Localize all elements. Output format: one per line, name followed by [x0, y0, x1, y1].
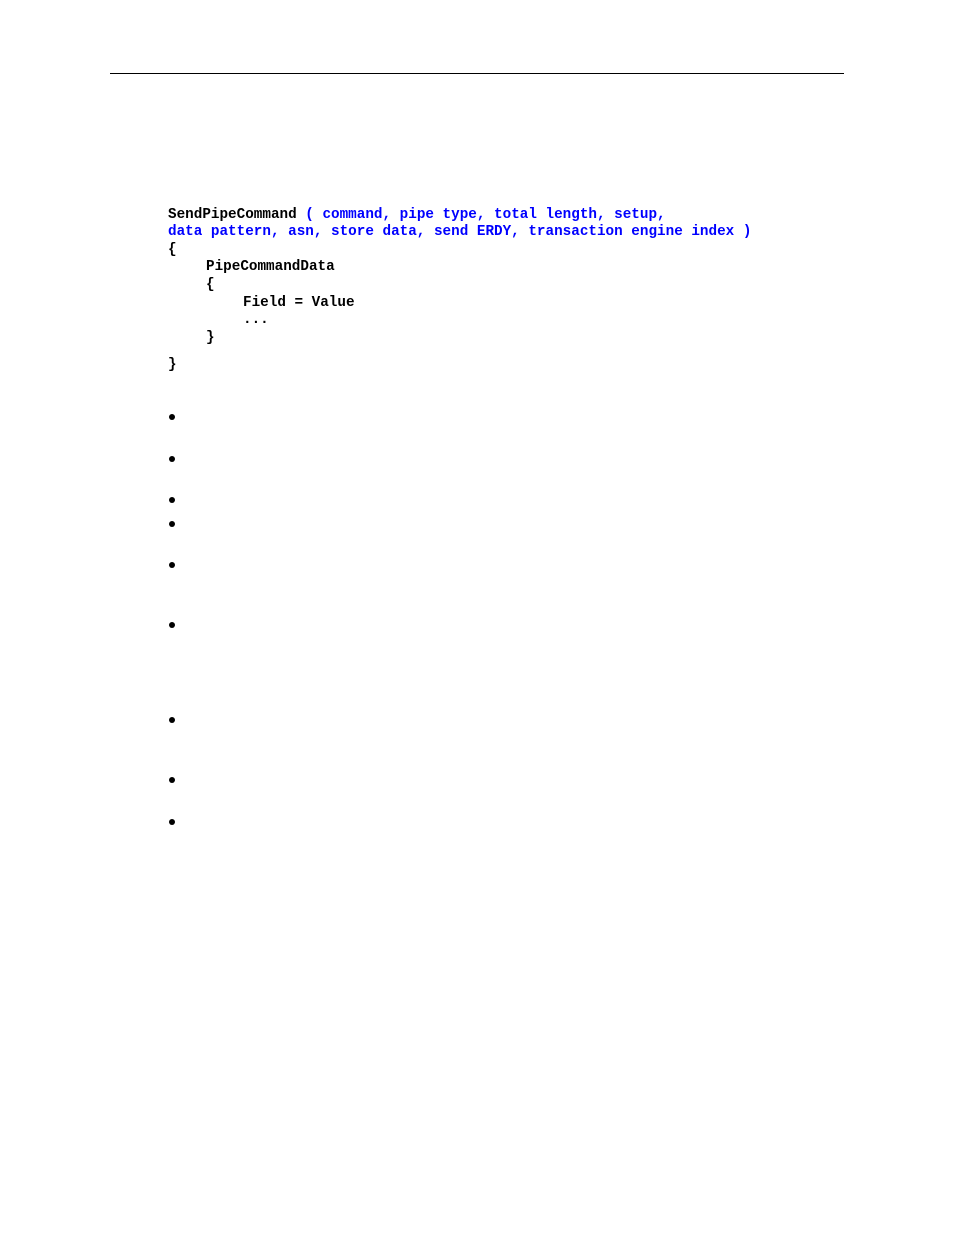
bullet-item [169, 497, 175, 503]
bullet-item [169, 777, 175, 783]
header-rule [110, 73, 844, 74]
bullet-item [169, 819, 175, 825]
function-name: SendPipeCommand [168, 207, 297, 223]
open-brace: { [168, 242, 177, 258]
bullet-item [169, 622, 175, 628]
bullet-item [169, 456, 175, 462]
parameters-part-2: data pattern, asn, store data, send ERDY… [168, 224, 752, 240]
signature-line-1: SendPipeCommand ( command, pipe type, to… [168, 206, 666, 224]
close-brace: } [168, 357, 177, 373]
inner-block-name: PipeCommandData [206, 259, 335, 275]
parameters-part-1: ( command, pipe type, total length, setu… [296, 207, 666, 223]
ellipsis: ... [243, 312, 269, 328]
field-assignment: Field = Value [243, 295, 355, 311]
bullet-item [169, 562, 175, 568]
bullet-item [169, 521, 175, 527]
inner-close-brace: } [206, 330, 215, 346]
bullet-item [169, 717, 175, 723]
code-block: SendPipeCommand ( command, pipe type, to… [168, 206, 751, 373]
bullet-item [169, 414, 175, 420]
inner-open-brace: { [206, 277, 215, 293]
